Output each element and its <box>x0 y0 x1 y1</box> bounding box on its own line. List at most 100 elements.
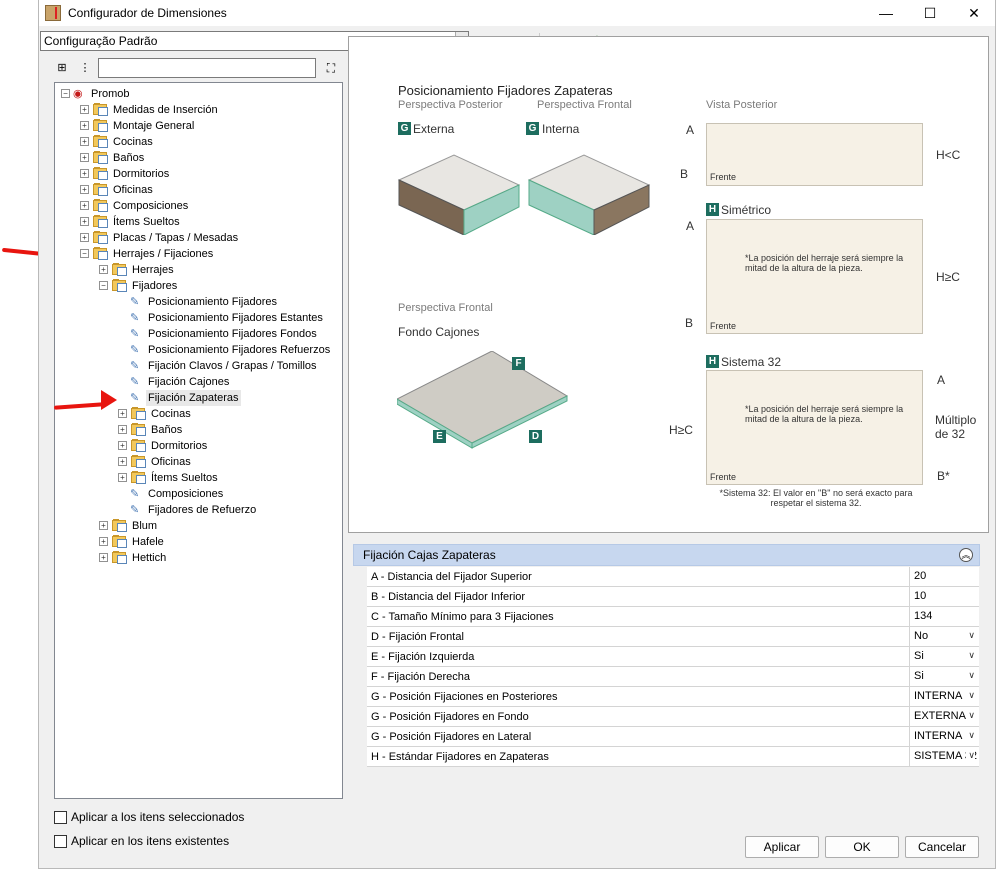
property-dropdown[interactable]: INTERNA ∨ <box>909 687 977 706</box>
tree-expander[interactable]: + <box>118 441 127 450</box>
tree-item[interactable]: Fijación Clavos / Grapas / Tomillos <box>146 358 319 374</box>
badge-e: E <box>433 430 446 443</box>
tree-expander[interactable]: + <box>80 233 89 242</box>
folder-icon <box>93 135 109 148</box>
folder-icon <box>93 119 109 132</box>
apply-button[interactable]: Aplicar <box>745 836 819 858</box>
tree-expander[interactable]: + <box>118 473 127 482</box>
property-dropdown[interactable]: Si ∨ <box>909 667 977 686</box>
property-input[interactable]: 134 <box>909 607 977 626</box>
folder-icon <box>112 535 128 548</box>
property-row: C - Tamaño Mínimo para 3 Fijaciones 134 <box>367 607 979 627</box>
tree-item[interactable]: Hettich <box>130 550 168 566</box>
apply-selected-checkbox[interactable] <box>54 811 67 824</box>
expand-all-icon[interactable]: ⊞ <box>54 60 70 76</box>
tree-expander[interactable]: − <box>99 281 108 290</box>
property-dropdown[interactable]: EXTERNA ∨ <box>909 707 977 726</box>
tree-item[interactable]: Herrajes / Fijaciones <box>111 246 215 262</box>
tree-item[interactable]: Ítems Sueltos <box>111 214 182 230</box>
tree-item[interactable]: Dormitorios <box>111 166 171 182</box>
chevron-down-icon[interactable]: ∨ <box>966 710 975 721</box>
title-bar: Configurador de Dimensiones — ☐ ✕ <box>39 0 995 26</box>
tree-expander[interactable]: + <box>80 105 89 114</box>
property-label: A - Distancia del Fijador Superior <box>371 571 532 583</box>
property-input[interactable]: 10 <box>909 587 977 606</box>
fixture-icon: ✎ <box>130 376 140 388</box>
tree-expander[interactable]: + <box>80 217 89 226</box>
app-icon <box>45 5 61 21</box>
tree-item[interactable]: Baños <box>111 150 146 166</box>
chevron-down-icon[interactable]: ∨ <box>966 750 975 761</box>
tree-item[interactable]: Fijadores de Refuerzo <box>146 502 258 518</box>
tree-item[interactable]: Posicionamiento Fijadores Estantes <box>146 310 325 326</box>
property-dropdown[interactable]: Si ∨ <box>909 647 977 666</box>
tree-item[interactable]: Ítems Sueltos <box>149 470 220 486</box>
annotation-arrow-2-head <box>101 390 117 410</box>
property-group-header[interactable]: Fijación Cajas Zapateras ︽ <box>353 544 980 566</box>
tree-expander[interactable]: + <box>99 265 108 274</box>
tree-search-input[interactable] <box>98 58 316 78</box>
tree-expander[interactable]: + <box>80 121 89 130</box>
binoculars-icon[interactable]: ⛶ <box>323 60 339 76</box>
tree-item[interactable]: Oficinas <box>111 182 155 198</box>
tree-item[interactable]: Composiciones <box>111 198 190 214</box>
tree-item[interactable]: Cocinas <box>149 406 193 422</box>
window-title: Configurador de Dimensiones <box>68 6 227 20</box>
chevron-down-icon[interactable]: ∨ <box>966 690 975 701</box>
close-button[interactable]: ✕ <box>951 0 996 26</box>
tree-item[interactable]: Herrajes <box>130 262 176 278</box>
collapse-all-icon[interactable]: ⋮ <box>77 60 93 76</box>
apply-existing-checkbox[interactable] <box>54 835 67 848</box>
label-externa: Externa <box>413 122 455 136</box>
folder-icon <box>112 519 128 532</box>
minimize-button[interactable]: — <box>863 0 909 26</box>
tree-item[interactable]: Composiciones <box>146 486 225 502</box>
tree-expander[interactable]: + <box>118 425 127 434</box>
collapse-icon[interactable]: ︽ <box>959 548 973 562</box>
tree-item[interactable]: Dormitorios <box>149 438 209 454</box>
tree-expander[interactable]: + <box>80 153 89 162</box>
tree-item[interactable]: Fijación Cajones <box>146 374 231 390</box>
badge-h-sistema32: H <box>706 355 719 368</box>
tree-item-root[interactable]: Promob <box>89 86 132 102</box>
folder-icon <box>131 439 147 452</box>
tree-expander[interactable]: + <box>80 137 89 146</box>
tree-item[interactable]: Fijación Zapateras <box>146 390 241 406</box>
ok-button[interactable]: OK <box>825 836 899 858</box>
tree-item[interactable]: Cocinas <box>111 134 155 150</box>
maximize-button[interactable]: ☐ <box>907 0 953 26</box>
tree-item[interactable]: Posicionamiento Fijadores Refuerzos <box>146 342 332 358</box>
tree-item[interactable]: Oficinas <box>149 454 193 470</box>
property-dropdown[interactable]: SISTEMA 32 ∨ <box>909 747 977 766</box>
tree-expander[interactable]: − <box>80 249 89 258</box>
tree-expander[interactable]: − <box>61 89 70 98</box>
tree-item[interactable]: Hafele <box>130 534 166 550</box>
property-dropdown[interactable]: No ∨ <box>909 627 977 646</box>
tree-item[interactable]: Montaje General <box>111 118 196 134</box>
cancel-button[interactable]: Cancelar <box>905 836 979 858</box>
tree-expander[interactable]: + <box>99 521 108 530</box>
tree-item[interactable]: Posicionamiento Fijadores Fondos <box>146 326 319 342</box>
tree-expander[interactable]: + <box>80 201 89 210</box>
tree-expander[interactable]: + <box>80 185 89 194</box>
property-dropdown[interactable]: INTERNA ∨ <box>909 727 977 746</box>
chevron-down-icon[interactable]: ∨ <box>966 630 975 641</box>
tree-item[interactable]: Baños <box>149 422 184 438</box>
tree-item[interactable]: Medidas de Inserción <box>111 102 220 118</box>
chevron-down-icon[interactable]: ∨ <box>966 670 975 681</box>
chevron-down-icon[interactable]: ∨ <box>966 730 975 741</box>
chevron-down-icon[interactable]: ∨ <box>966 650 975 661</box>
tree-item[interactable]: Posicionamiento Fijadores <box>146 294 279 310</box>
tree-expander[interactable]: + <box>80 169 89 178</box>
tree-item[interactable]: Blum <box>130 518 159 534</box>
frente-label-1: Frente <box>710 172 737 182</box>
property-input[interactable]: 20 <box>909 567 977 586</box>
tree-expander[interactable]: + <box>99 537 108 546</box>
folder-icon <box>93 151 109 164</box>
tree-expander[interactable]: + <box>118 409 127 418</box>
tree-expander[interactable]: + <box>99 553 108 562</box>
tree-item[interactable]: Fijadores <box>130 278 179 294</box>
folder-icon <box>131 423 147 436</box>
tree-item[interactable]: Placas / Tapas / Mesadas <box>111 230 240 246</box>
tree-expander[interactable]: + <box>118 457 127 466</box>
